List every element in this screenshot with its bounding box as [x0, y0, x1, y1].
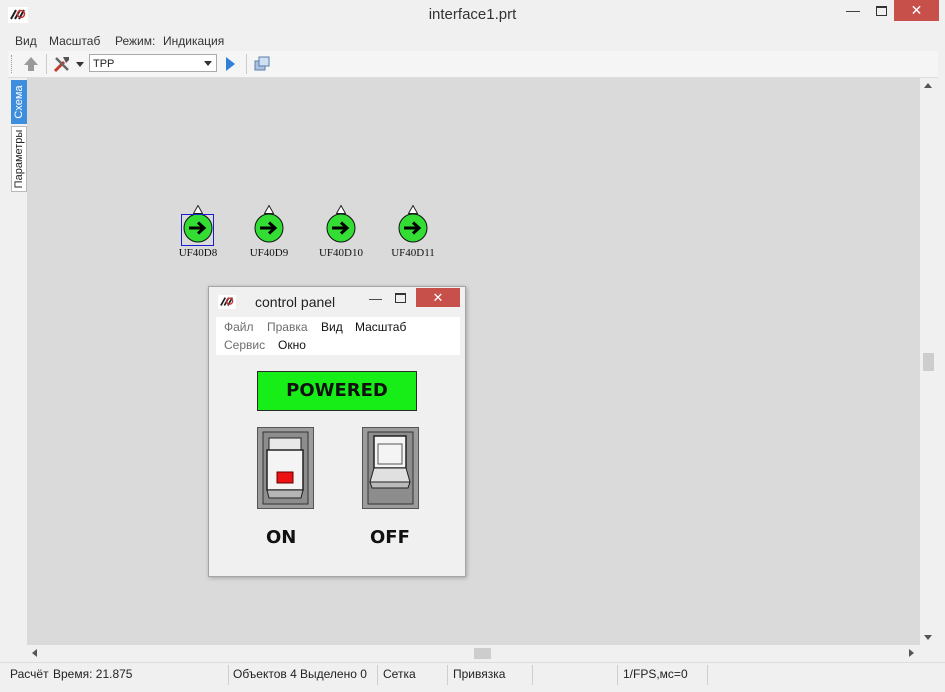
cp-menu-view[interactable]: Вид — [321, 320, 343, 334]
up-arrow-icon[interactable] — [22, 55, 40, 73]
menu-scale[interactable]: Масштаб — [49, 34, 100, 48]
scroll-up-icon[interactable] — [924, 83, 932, 88]
status-objects: Объектов 4 — [233, 667, 297, 681]
status-divider — [617, 665, 618, 685]
status-bar: Расчёт Время: 21.875 Объектов 4 Выделено… — [0, 662, 945, 692]
scroll-right-icon[interactable] — [909, 649, 914, 657]
control-panel-close-button[interactable]: ✕ — [416, 288, 460, 307]
window-title: interface1.prt — [428, 6, 517, 23]
title-bar: interface1.prt — ✕ — [0, 0, 945, 32]
toolbar-grip[interactable] — [11, 55, 14, 73]
toolbar: TPP — [8, 51, 938, 78]
sensor-uf40d8[interactable]: UF40D8 — [170, 205, 226, 265]
status-fps: 1/FPS,мс=0 — [623, 667, 688, 681]
sensor-label: UF40D9 — [249, 247, 289, 259]
scroll-down-icon[interactable] — [924, 635, 932, 640]
cp-menu-window[interactable]: Окно — [278, 338, 306, 352]
status-divider — [707, 665, 708, 685]
selection-box — [181, 214, 214, 246]
side-tabs: Схема Параметры — [8, 78, 27, 643]
powered-indicator: POWERED — [257, 371, 417, 411]
toggle-switch-off-icon — [367, 431, 414, 505]
sensor-label: UF40D8 — [178, 247, 218, 259]
close-button[interactable]: ✕ — [894, 0, 939, 21]
sensor-label: UF40D10 — [318, 247, 363, 259]
sensor-uf40d9[interactable]: UF40D9 — [241, 205, 297, 265]
vertical-scrollbar[interactable] — [920, 78, 937, 645]
tab-parameters[interactable]: Параметры — [11, 126, 27, 192]
arrow-right-icon — [398, 213, 428, 243]
app-logo-icon — [218, 295, 236, 309]
tools-dropdown-icon[interactable] — [76, 62, 84, 67]
tab-parameters-label: Параметры — [13, 129, 25, 189]
status-divider — [447, 665, 448, 685]
schema-canvas[interactable]: UF40D8 UF40D9 UF40D10 UF40D11 — [27, 78, 920, 645]
status-grid[interactable]: Сетка — [383, 667, 416, 681]
switch-on[interactable] — [257, 427, 314, 509]
control-panel-minimize-button[interactable]: — — [369, 291, 383, 306]
windows-icon[interactable] — [254, 56, 270, 72]
toggle-switch-on-icon — [262, 431, 309, 505]
menu-bar: Вид Масштаб Режим: Индикация — [0, 32, 945, 51]
status-divider — [532, 665, 533, 685]
menu-mode-indication[interactable]: Индикация — [163, 34, 224, 48]
status-divider — [228, 665, 229, 685]
tab-schema[interactable]: Схема — [11, 80, 27, 124]
play-icon[interactable] — [226, 57, 235, 71]
sensor-label: UF40D11 — [391, 247, 435, 259]
menu-mode-label: Режим: — [115, 34, 156, 48]
tab-schema-label: Схема — [13, 85, 25, 119]
chevron-down-icon — [204, 61, 212, 66]
cp-menu-scale[interactable]: Масштаб — [355, 320, 406, 334]
status-snap[interactable]: Привязка — [453, 667, 505, 681]
vertical-scroll-thumb[interactable] — [923, 353, 934, 371]
scroll-left-icon[interactable] — [32, 649, 37, 657]
control-panel-title: control panel — [255, 294, 336, 310]
switch-off[interactable] — [362, 427, 419, 509]
status-time: Время: 21.875 — [53, 667, 133, 681]
sensor-uf40d11[interactable]: UF40D11 — [385, 205, 441, 265]
minimize-button[interactable]: — — [838, 0, 868, 22]
toolbar-separator — [46, 54, 47, 74]
arrow-right-icon — [254, 213, 284, 243]
mode-select[interactable]: TPP — [89, 54, 217, 72]
mode-select-value: TPP — [93, 58, 115, 70]
menu-view[interactable]: Вид — [15, 34, 37, 48]
cp-menu-service[interactable]: Сервис — [224, 338, 265, 352]
switch-off-label: OFF — [370, 527, 410, 548]
horizontal-scroll-thumb[interactable] — [474, 648, 491, 659]
status-selected: Выделено 0 — [300, 667, 367, 681]
status-calc: Расчёт — [10, 667, 49, 681]
control-panel-maximize-button[interactable] — [395, 293, 406, 303]
tools-icon[interactable] — [52, 54, 72, 74]
switch-on-label: ON — [266, 527, 297, 548]
toolbar-separator — [246, 54, 247, 74]
maximize-icon — [876, 6, 887, 16]
horizontal-scrollbar[interactable] — [27, 645, 920, 662]
control-panel-menu: Файл Правка Вид Масштаб Сервис Окно — [216, 317, 460, 356]
control-panel-window[interactable]: control panel — ✕ Файл Правка Вид Масшта… — [208, 286, 466, 577]
status-divider — [377, 665, 378, 685]
arrow-right-icon — [326, 213, 356, 243]
cp-menu-file[interactable]: Файл — [224, 320, 254, 334]
control-panel-body: POWERED ON OFF — [216, 355, 460, 571]
sensor-uf40d10[interactable]: UF40D10 — [313, 205, 369, 265]
cp-menu-edit[interactable]: Правка — [267, 320, 308, 334]
maximize-button[interactable] — [868, 0, 894, 22]
